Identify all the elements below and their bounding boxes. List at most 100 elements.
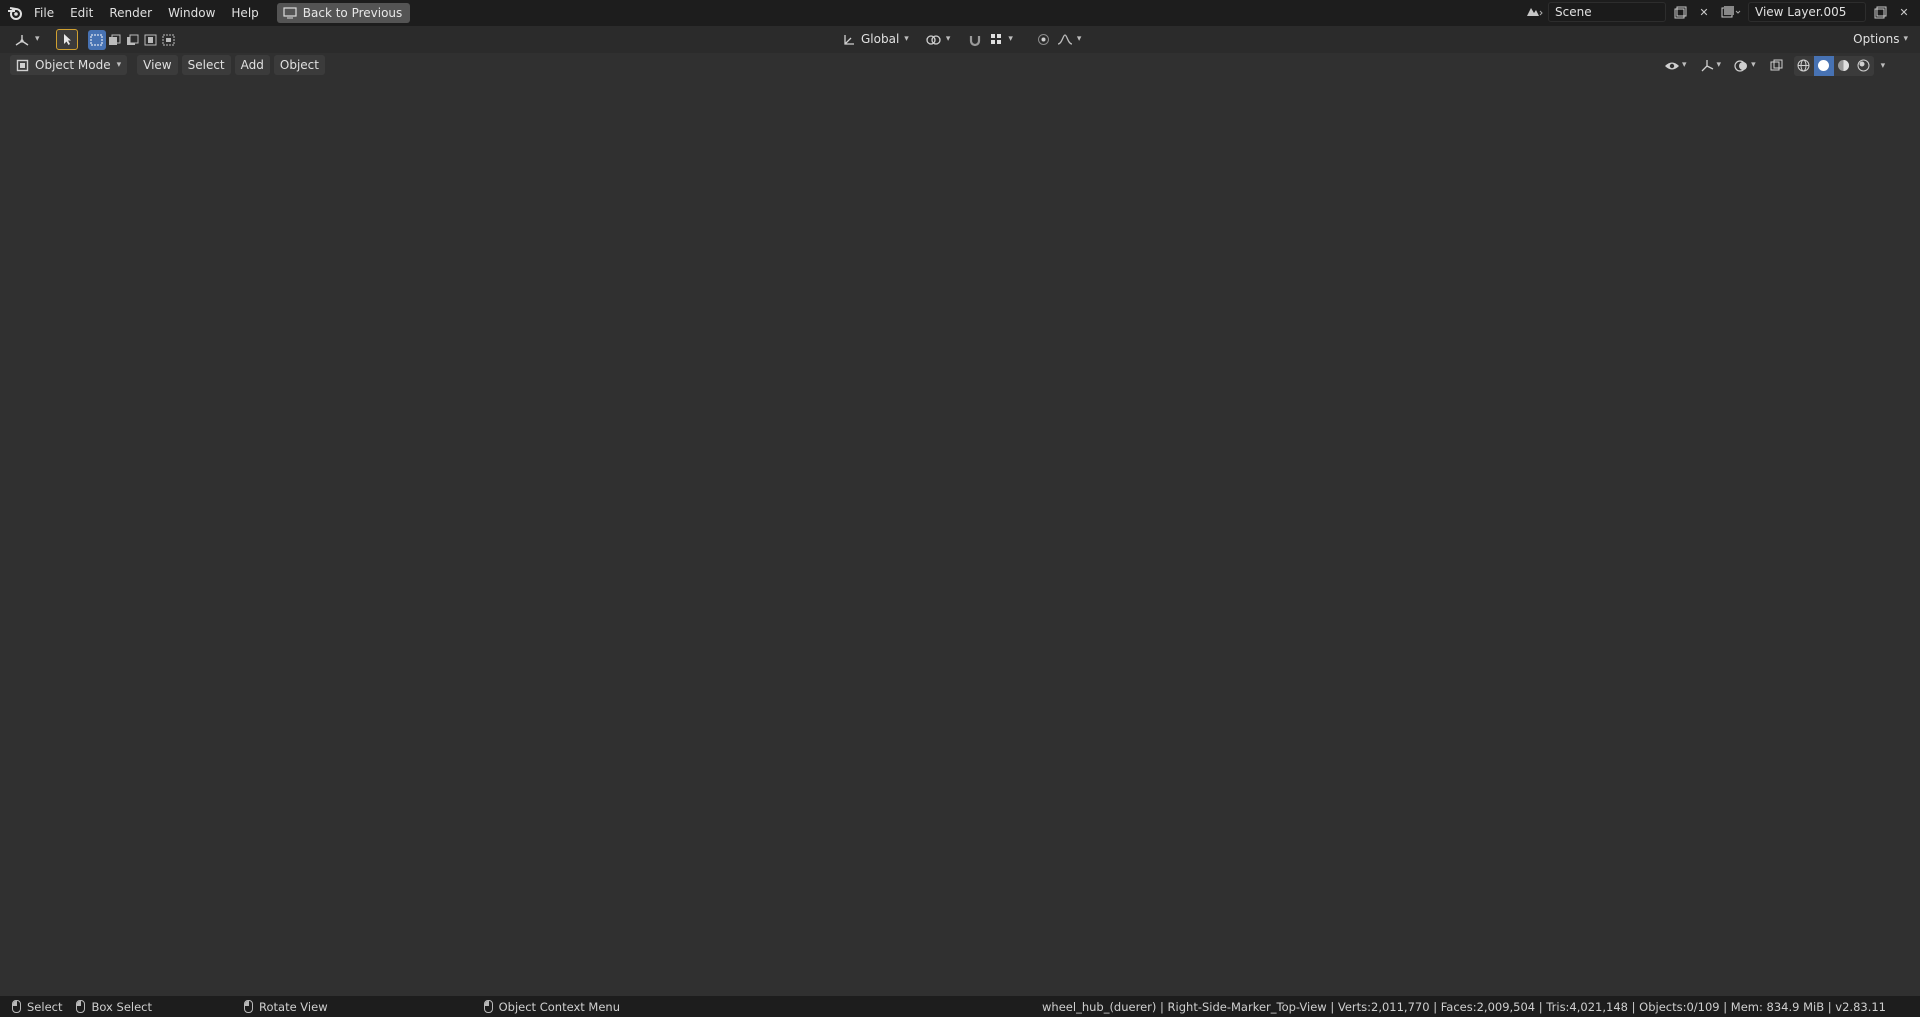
select-menu[interactable]: Select [181,55,231,75]
rendered-shading-button[interactable] [1854,56,1874,76]
chevron-down-icon: ▾ [904,34,909,44]
material-preview-button[interactable] [1834,56,1854,76]
shading-mode-group [1793,55,1874,76]
solid-sphere-icon [1818,60,1830,71]
snap-grid-icon [990,34,1001,44]
overlays-icon [1734,59,1748,72]
options-label: Options [1853,32,1900,46]
3d-viewport[interactable]: › ‹ [0,26,1920,996]
chevron-down-icon: ▾ [35,34,40,44]
object-menu[interactable]: Object [273,55,325,75]
back-to-previous-button[interactable]: Back to Previous [276,3,411,23]
select-subtract-icon [127,34,139,45]
status-select-hint: Select [12,1000,62,1014]
proportional-editing-controls: ▾ [1029,29,1088,50]
view-layer-close-icon[interactable]: ✕ [1894,2,1914,22]
snap-toggle-button[interactable] [966,30,984,50]
scene-new-icon[interactable] [1670,2,1690,22]
pivot-point-dropdown[interactable]: ▾ [919,29,957,50]
screen-icon [283,7,297,19]
orientation-axes-icon [844,34,854,45]
chevron-down-icon: ▾ [945,34,951,44]
mouse-middle-icon [244,1000,253,1013]
selection-mode-group [87,29,178,50]
scene-selector-group: Scene ✕ View Layer.005 ✕ [1524,2,1914,22]
xray-icon [1770,59,1783,71]
top-menu-bar: File Edit Render Window Help Back to Pre… [0,0,1920,26]
object-mode-dropdown[interactable]: Object Mode ▾ [10,55,128,75]
status-rotate-hint: Rotate View [244,1000,328,1014]
blender-logo-icon[interactable] [4,2,26,24]
viewport-header: Object Mode ▾ View Select Add Object ▾ ▾… [0,53,1920,77]
view-menu[interactable]: View [137,55,178,75]
view-layer-name-field[interactable]: View Layer.005 [1748,2,1866,22]
selection-subtract-button[interactable] [124,30,142,50]
wireframe-shading-button[interactable] [1794,56,1814,76]
status-box-select-hint: Box Select [76,1000,152,1014]
wheel-hub-model [130,131,1610,800]
menu-help[interactable]: Help [223,2,266,24]
editor-type-dropdown[interactable]: ▾ [8,29,46,50]
xray-toggle-button[interactable] [1767,56,1787,76]
select-tool-button[interactable] [55,29,78,50]
transform-orientation-label: Global [861,32,900,46]
snap-target-dropdown[interactable] [987,30,1005,50]
selection-extend-button[interactable] [106,30,124,50]
add-menu[interactable]: Add [234,55,270,75]
scene-statistics: wheel_hub_(duerer) | Right-Side-Marker_T… [1042,999,1886,1014]
transform-controls: Global ▾ ▾ ▾ ▾ [836,29,1087,50]
selection-invert-button[interactable] [142,30,160,50]
menu-file[interactable]: File [26,2,62,24]
viewport-display-controls: ▾ ▾ ▾ ▾ [1662,55,1885,76]
selection-new-button[interactable] [87,29,106,50]
overlays-dropdown[interactable]: ▾ [1732,55,1758,76]
proportional-dot-icon [1038,34,1050,45]
scene-browse-icon[interactable] [1524,2,1544,22]
object-mode-label: Object Mode [35,58,111,72]
menu-edit[interactable]: Edit [62,2,101,24]
solid-shading-button[interactable] [1813,55,1834,76]
selection-intersect-button[interactable] [160,30,178,50]
status-context-menu-label: Object Context Menu [498,999,620,1014]
transform-orientation-dropdown[interactable]: Global ▾ [836,29,915,50]
snap-controls: ▾ [960,29,1019,50]
chevron-down-icon: ▾ [1716,60,1722,70]
menu-window[interactable]: Window [160,2,223,24]
visibility-dropdown[interactable]: ▾ [1662,55,1689,76]
wireframe-sphere-icon [1797,59,1810,72]
object-mode-icon [16,59,29,71]
shading-options-chevron-icon[interactable]: ▾ [1881,61,1886,71]
chevron-down-icon: ▾ [1008,34,1013,44]
tool-header: ▾ Global ▾ ▾ ▾ ▾ Options ▾ [0,26,1920,53]
status-context-menu-hint: Object Context Menu [483,999,620,1014]
scene-name-field[interactable]: Scene [1548,2,1666,22]
gizmo-dropdown[interactable]: ▾ [1698,55,1724,76]
menu-render[interactable]: Render [101,2,160,24]
proportional-edit-toggle[interactable] [1035,30,1053,50]
material-sphere-icon [1838,60,1850,71]
options-dropdown[interactable]: Options ▾ [1847,29,1914,50]
rendered-sphere-icon [1857,59,1870,72]
magnet-icon [970,35,981,46]
sidebar-expand-arrow-icon[interactable]: ‹ [1914,96,1918,106]
select-intersect-icon [162,34,175,45]
view-layer-browse-icon[interactable] [1718,2,1744,22]
chevron-down-icon: ▾ [1751,60,1756,70]
view-layer-new-icon[interactable] [1870,2,1890,22]
chevron-down-icon: ▾ [116,60,122,70]
mouse-drag-icon [76,1000,86,1013]
falloff-dropdown[interactable] [1056,30,1074,50]
mouse-left-icon [12,1000,21,1013]
gizmo-icon [1701,59,1713,71]
scene-close-icon[interactable]: ✕ [1694,2,1714,22]
cursor-arrow-icon [63,34,71,45]
mouse-right-icon [483,1000,493,1013]
status-box-select-label: Box Select [91,999,152,1014]
select-extend-icon [109,34,121,45]
select-new-icon [90,34,103,45]
chevron-down-icon: ▾ [1682,60,1687,70]
viewport-editor-icon [15,34,29,46]
status-select-label: Select [27,999,63,1014]
falloff-curve-icon [1057,34,1073,45]
toolbar-expand-arrow-icon[interactable]: › [2,96,6,106]
